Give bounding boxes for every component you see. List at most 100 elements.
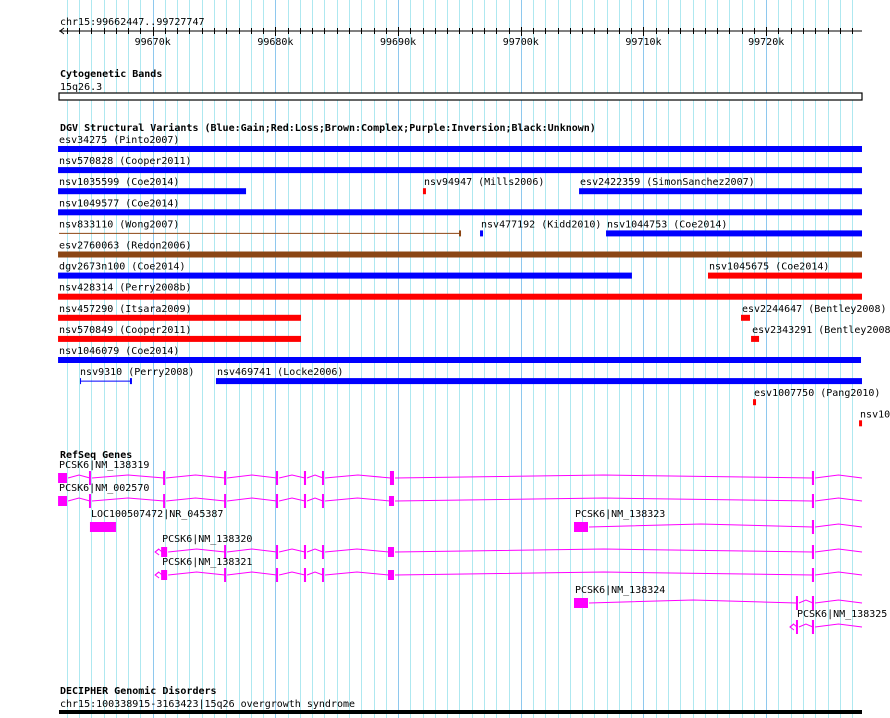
transcript-label: PCSK6|NM_138324	[575, 585, 665, 596]
structural-variant[interactable]: nsv457290 (Itsara2009)	[58, 304, 302, 321]
variant-label: nsv570828 (Cooper2011)	[59, 156, 191, 167]
cytoband-label: 15q26.3	[60, 82, 102, 93]
exon	[574, 598, 588, 608]
variant-label: nsv469741 (Locke2006)	[217, 367, 343, 378]
variant-label: nsv570849 (Cooper2011)	[59, 325, 191, 336]
exon	[303, 494, 307, 508]
ruler-tick-label: 99670k	[135, 37, 171, 48]
variant-label: esv34275 (Pinto2007)	[59, 135, 179, 146]
structural-variant[interactable]: esv34275 (Pinto2007)	[58, 135, 863, 152]
exon	[275, 568, 279, 582]
variant-bar	[579, 188, 863, 195]
variant-bar	[58, 357, 862, 363]
ruler[interactable]: 99670k 99680k 99690k 99700k 99710k 99720k	[59, 27, 862, 48]
structural-variant[interactable]: nsv833110 (Wong2007)	[59, 219, 462, 237]
structural-variant[interactable]: esv2760063 (Redon2006)	[58, 241, 863, 258]
exon	[163, 494, 166, 508]
ruler-tick-label: 99710k	[625, 37, 661, 48]
gene-transcript[interactable]: PCSK6|NM_002570	[58, 483, 863, 508]
variant-label: esv2760063 (Redon2006)	[59, 241, 191, 252]
variant-bar	[58, 335, 302, 342]
structural-variant[interactable]: esv2343291 (Bentley2008	[751, 325, 890, 342]
structural-variant[interactable]: esv2422359 (SimonSanchez2007)	[579, 177, 863, 195]
variant-label: nsv1044753 (Coe2014)	[607, 219, 727, 230]
variant-label: dgv2673n100 (Coe2014)	[59, 262, 185, 273]
decipher-track-title[interactable]: DECIPHER Genomic Disorders	[60, 685, 217, 697]
exon	[303, 471, 307, 485]
variant-label: nsv457290 (Itsara2009)	[59, 304, 191, 315]
transcript-label: PCSK6|NM_138325	[797, 609, 887, 620]
variant-bar	[741, 314, 750, 321]
exon	[321, 568, 324, 582]
ruler-tick-label: 99700k	[503, 37, 539, 48]
structural-variant[interactable]: nsv1044753 (Coe2014)	[606, 219, 863, 237]
variant-bar	[58, 293, 863, 300]
gene-transcript[interactable]: PCSK6|NM_138323	[574, 509, 863, 534]
structural-variant[interactable]: esv2244647 (Bentley2008)	[741, 304, 887, 321]
ruler-tick-label: 99680k	[257, 37, 293, 48]
variant-label: nsv10	[860, 409, 890, 420]
structural-variant[interactable]: nsv1035599 (Coe2014)	[58, 177, 247, 195]
exon	[795, 620, 798, 634]
structural-variant[interactable]: esv1007750 (Pang2010)	[753, 388, 880, 406]
exon	[387, 570, 395, 580]
variant-bar	[859, 420, 863, 427]
exon	[811, 471, 815, 485]
dgv-track-title[interactable]: DGV Structural Variants (Blue:Gain;Red:L…	[60, 122, 596, 134]
structural-variant[interactable]: nsv1049577 (Coe2014)	[58, 198, 863, 216]
transcript-label: PCSK6|NM_138319	[59, 460, 149, 471]
variant-label: esv2244647 (Bentley2008)	[742, 304, 887, 315]
intron-line	[154, 571, 863, 576]
exon	[224, 568, 227, 582]
exon	[574, 522, 588, 532]
exon	[388, 496, 395, 506]
variant-label: nsv9310 (Perry2008)	[80, 367, 194, 378]
structural-variant[interactable]: nsv570828 (Cooper2011)	[58, 156, 863, 174]
exon	[58, 473, 68, 483]
variant-label: nsv94947 (Mills2006)	[424, 177, 544, 188]
exon	[811, 568, 815, 582]
exon	[811, 520, 815, 534]
exon	[88, 494, 91, 508]
variant-label: nsv1045675 (Coe2014)	[709, 262, 829, 273]
variant-bar	[58, 314, 302, 321]
gene-transcript[interactable]: PCSK6|NM_138321	[154, 557, 863, 582]
gene-transcript[interactable]: PCSK6|NM_138325	[789, 609, 887, 634]
transcript-label: PCSK6|NM_138320	[162, 534, 252, 545]
exon	[389, 471, 395, 485]
gene-transcript[interactable]: LOC100507472|NR_045387	[89, 509, 223, 532]
variant-label: nsv1046079 (Coe2014)	[59, 346, 179, 357]
structural-variant[interactable]: nsv428314 (Perry2008b)	[58, 283, 863, 300]
transcript-label: PCSK6|NM_138323	[575, 509, 665, 520]
variant-bar	[422, 188, 426, 195]
variant-bar	[480, 230, 484, 237]
cytoband-track-title[interactable]: Cytogenetic Bands	[60, 68, 162, 80]
exon	[321, 471, 324, 485]
variant-label: nsv1035599 (Coe2014)	[59, 177, 179, 188]
structural-variant[interactable]: nsv10	[859, 409, 890, 427]
gene-transcript[interactable]: PCSK6|NM_138324	[574, 585, 863, 610]
exon	[387, 547, 395, 557]
intron-line	[588, 523, 863, 528]
structural-variant[interactable]: nsv477192 (Kidd2010)	[480, 219, 601, 237]
gene-transcript[interactable]: PCSK6|NM_138320	[154, 534, 863, 559]
structural-variant[interactable]: nsv570849 (Cooper2011)	[58, 325, 302, 342]
structural-variant[interactable]: nsv469741 (Locke2006)	[215, 367, 863, 385]
structural-variant[interactable]: nsv94947 (Mills2006)	[422, 177, 544, 195]
intron-line	[789, 623, 863, 628]
variant-bar	[58, 209, 863, 216]
exon	[224, 494, 227, 508]
cytoband-15q26.3[interactable]	[58, 92, 863, 101]
gene-transcript[interactable]: PCSK6|NM_138319	[58, 460, 863, 485]
variant-bar	[215, 378, 863, 385]
genome-browser-panel: chr15:99662447..99727747 99670k 99680k 996…	[58, 0, 890, 718]
decipher-feature[interactable]	[59, 710, 862, 714]
variant-bar	[58, 188, 247, 195]
intron-line	[154, 548, 863, 553]
ruler-tick-label: 99690k	[380, 37, 416, 48]
exon	[303, 545, 307, 559]
structural-variant[interactable]: nsv1045675 (Coe2014)	[707, 262, 863, 279]
exon	[321, 494, 324, 508]
exon	[58, 496, 68, 506]
exon	[811, 545, 815, 559]
